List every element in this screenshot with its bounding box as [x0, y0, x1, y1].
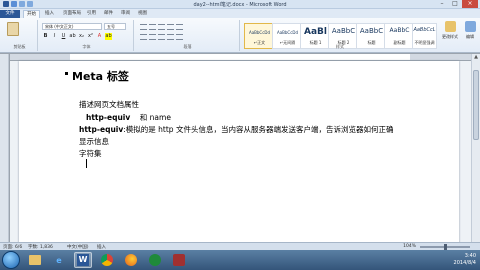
tab-insert[interactable]: 插入 [42, 10, 57, 18]
start-button[interactable] [2, 251, 20, 269]
maximize-button[interactable]: □ [449, 0, 461, 8]
increase-indent-button[interactable] [176, 24, 183, 30]
font-size-select[interactable]: 五号 [104, 23, 126, 30]
document-heading: Meta 标签 [72, 70, 129, 83]
line-spacing-button[interactable] [176, 34, 183, 40]
list-buttons-row [140, 24, 183, 30]
document-area: Meta 标签 描述网页文档属性 http-equiv 和 name http-… [10, 61, 471, 250]
align-center-button[interactable] [149, 34, 156, 40]
change-styles-button[interactable]: 更改样式 [440, 21, 460, 40]
italic-button[interactable]: I [51, 33, 58, 40]
tab-mailings[interactable]: 邮件 [101, 10, 116, 18]
multilevel-list-button[interactable] [158, 24, 165, 30]
tab-review[interactable]: 审阅 [118, 10, 133, 18]
font-group: 宋体 (中文正文) 五号 B I U ab x₂ x² A ab 字体 [40, 20, 134, 51]
change-styles-icon [444, 21, 456, 32]
close-button[interactable]: × [462, 0, 478, 8]
scroll-up-icon[interactable]: ▲ [472, 54, 480, 61]
tab-file[interactable]: 文件 [0, 10, 20, 18]
superscript-button[interactable]: x² [87, 33, 94, 40]
clipboard-group-label: 剪贴板 [13, 44, 26, 49]
decrease-indent-button[interactable] [167, 24, 174, 30]
align-left-button[interactable] [140, 34, 147, 40]
doc-line-4: 显示信息 [79, 137, 109, 146]
font-group-label: 字体 [82, 44, 91, 49]
justify-button[interactable] [167, 34, 174, 40]
clock-time: 3:40 [464, 253, 476, 259]
vertical-scrollbar[interactable]: ▲ ▼ [471, 54, 480, 250]
edit-button[interactable]: 编辑 [460, 21, 480, 40]
system-tray[interactable]: 3:40 2014/8/4 [454, 253, 476, 267]
font-name-select[interactable]: 宋体 (中文正文) [42, 23, 102, 30]
explorer-icon[interactable] [26, 252, 44, 268]
bullet-icon [65, 72, 68, 75]
bold-button[interactable]: B [42, 33, 49, 40]
subscript-button[interactable]: x₂ [78, 33, 85, 40]
underline-button[interactable]: U [60, 33, 67, 40]
styles-group-label: 样式 [336, 44, 344, 49]
window-title: day2--html笔记.docx - Microsoft Word [193, 2, 287, 8]
media-player-icon[interactable] [146, 252, 164, 268]
text-cursor [86, 159, 87, 168]
zoom-level[interactable]: 104% [403, 244, 416, 249]
styles-group: AaBbCcDd ↵正文 AaBbCcDd ↵无间隔 AaBl 标题 1 AaB… [242, 20, 438, 51]
doc-line-2: http-equiv 和 name [86, 113, 171, 122]
taskbar: e W 3:40 2014/8/4 [0, 250, 480, 270]
document-page[interactable]: Meta 标签 描述网页文档属性 http-equiv 和 name http-… [19, 61, 459, 250]
numbering-button[interactable] [149, 24, 156, 30]
ribbon-tabs: 文件 开始 插入 页面布局 引用 邮件 审阅 视图 [0, 9, 480, 18]
highlight-button[interactable]: ab [105, 33, 112, 40]
window-controls: – □ × [436, 0, 478, 8]
tab-page-layout[interactable]: 页面布局 [60, 10, 84, 18]
tab-references[interactable]: 引用 [84, 10, 99, 18]
firefox-icon[interactable] [122, 252, 140, 268]
paste-icon[interactable] [7, 22, 19, 36]
doc-line-1: 描述网页文档属性 [79, 100, 139, 109]
doc-line-3: http-equiv:模拟的是 http 文件头信息，当内容从服务器端发送客户端… [79, 125, 394, 134]
ribbon: 剪贴板 宋体 (中文正文) 五号 B I U ab x₂ x² A ab 字体 [0, 18, 480, 53]
doc-line-5: 字符集 [79, 149, 102, 158]
app-icon[interactable] [170, 252, 188, 268]
scroll-thumb[interactable] [473, 70, 479, 140]
paragraph-group: 段落 [136, 20, 240, 51]
font-format-row: B I U ab x₂ x² A ab [42, 33, 112, 40]
strikethrough-button[interactable]: ab [69, 33, 76, 40]
ie-icon[interactable]: e [50, 252, 68, 268]
clipboard-group: 剪贴板 [2, 20, 38, 51]
font-color-button[interactable]: A [96, 33, 103, 40]
paragraph-group-label: 段落 [183, 44, 192, 49]
minimize-button[interactable]: – [436, 0, 448, 8]
tab-view[interactable]: 视图 [135, 10, 150, 18]
align-buttons-row [140, 34, 183, 40]
word-icon[interactable]: W [74, 252, 92, 268]
align-right-button[interactable] [158, 34, 165, 40]
horizontal-ruler[interactable] [10, 54, 471, 60]
title-bar: day2--html笔记.docx - Microsoft Word – □ × [0, 0, 480, 9]
clock-date: 2014/8/4 [453, 260, 476, 266]
vertical-ruler[interactable] [0, 54, 9, 250]
chrome-icon[interactable] [98, 252, 116, 268]
bullets-button[interactable] [140, 24, 147, 30]
find-icon [464, 21, 476, 32]
tab-home[interactable]: 开始 [23, 10, 40, 18]
status-bar: 页面: 6/6 字数: 1,836 中文(中国) 插入 104% [0, 242, 480, 250]
